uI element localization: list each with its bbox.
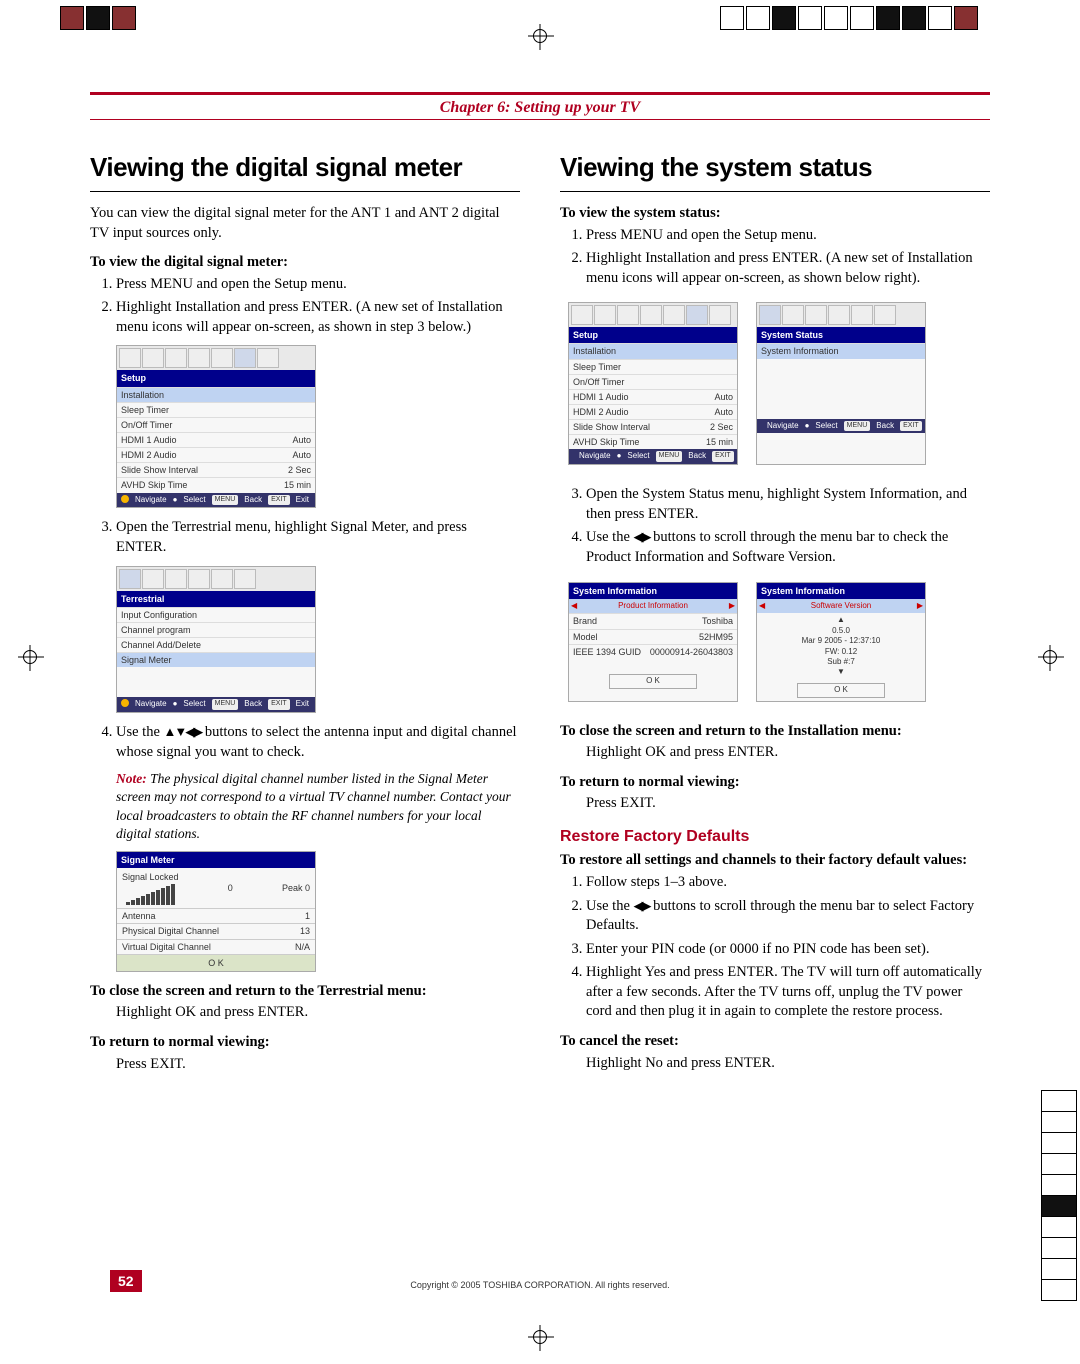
restore-heading: Restore Factory Defaults: [560, 826, 990, 848]
osd-product-info: System Information ◀Product Information▶…: [568, 582, 738, 702]
right-step-4: Use the ◀▶ buttons to scroll through the…: [586, 528, 990, 567]
left-title: Viewing the digital signal meter: [90, 150, 520, 192]
left-intro: You can view the digital signal meter fo…: [90, 204, 520, 243]
right-return-h: To return to normal viewing:: [560, 773, 990, 793]
left-note: Note: The physical digital channel numbe…: [116, 770, 520, 843]
cancel-h: To cancel the reset:: [560, 1032, 990, 1052]
osd-system-status: System Status System Information Navigat…: [756, 302, 926, 465]
osd-ok-button: O K: [117, 954, 315, 971]
osd-pair-2: System Information ◀Product Information▶…: [568, 576, 990, 712]
left-step-4: Use the ▲▼◀▶ buttons to select the anten…: [116, 723, 520, 762]
osd-terrestrial-header: Terrestrial: [117, 591, 315, 607]
left-step-2: Highlight Installation and press ENTER. …: [116, 298, 520, 337]
osd-signal-meter: Signal Meter Signal Locked 0 Peak 0 Ante…: [116, 851, 316, 972]
left-return-body: Press EXIT.: [116, 1055, 520, 1075]
left-column: Viewing the digital signal meter You can…: [90, 150, 520, 1244]
right-column: Viewing the system status To view the sy…: [560, 150, 990, 1244]
side-crop-bars: [1041, 1090, 1077, 1300]
signal-locked-label: Signal Locked: [122, 871, 179, 883]
right-close-body: Highlight OK and press ENTER.: [586, 743, 990, 763]
restore-step-2: Use the ◀▶ buttons to scroll through the…: [586, 897, 990, 936]
restore-step-1: Follow steps 1–3 above.: [586, 873, 990, 893]
right-step-3: Open the System Status menu, highlight S…: [586, 485, 990, 524]
osd-software-version: System Information ◀Software Version▶ ▲ …: [756, 582, 926, 702]
left-h1: To view the digital signal meter:: [90, 253, 520, 273]
osd-terrestrial: Terrestrial Input Configuration Channel …: [116, 566, 316, 714]
right-close-h: To close the screen and return to the In…: [560, 722, 990, 742]
chapter-header: Chapter 6: Setting up your TV: [90, 92, 990, 120]
osd-setup-header: Setup: [117, 370, 315, 386]
right-step-2: Highlight Installation and press ENTER. …: [586, 249, 990, 288]
registration-left: [23, 650, 37, 664]
osd-pair-1: Setup Installation Sleep Timer On/Off Ti…: [568, 296, 990, 475]
crop-marks-top: [0, 3, 1080, 45]
restore-step-4: Highlight Yes and press ENTER. The TV wi…: [586, 963, 990, 1022]
registration-bottom: [533, 1330, 547, 1344]
right-title: Viewing the system status: [560, 150, 990, 192]
left-step-1: Press MENU and open the Setup menu.: [116, 275, 520, 295]
right-return-body: Press EXIT.: [586, 794, 990, 814]
left-close-h: To close the screen and return to the Te…: [90, 982, 520, 1002]
right-h1: To view the system status:: [560, 204, 990, 224]
restore-step-3: Enter your PIN code (or 0000 if no PIN c…: [586, 940, 990, 960]
signal-bars-icon: [122, 883, 179, 905]
right-step-1: Press MENU and open the Setup menu.: [586, 226, 990, 246]
cancel-body: Highlight No and press ENTER.: [586, 1054, 990, 1074]
osd-setup-right: Setup Installation Sleep Timer On/Off Ti…: [568, 302, 738, 465]
left-step-3: Open the Terrestrial menu, highlight Sig…: [116, 518, 520, 557]
signal-value: 0: [228, 882, 233, 894]
osd-setup: Setup Installation Sleep Timer On/Off Ti…: [116, 345, 316, 508]
registration-right: [1043, 650, 1057, 664]
left-return-h: To return to normal viewing:: [90, 1033, 520, 1053]
restore-lead: To restore all settings and channels to …: [560, 851, 990, 871]
left-close-body: Highlight OK and press ENTER.: [116, 1003, 520, 1023]
copyright: Copyright © 2005 TOSHIBA CORPORATION. Al…: [0, 1280, 1080, 1290]
page-body: Viewing the digital signal meter You can…: [90, 150, 990, 1244]
